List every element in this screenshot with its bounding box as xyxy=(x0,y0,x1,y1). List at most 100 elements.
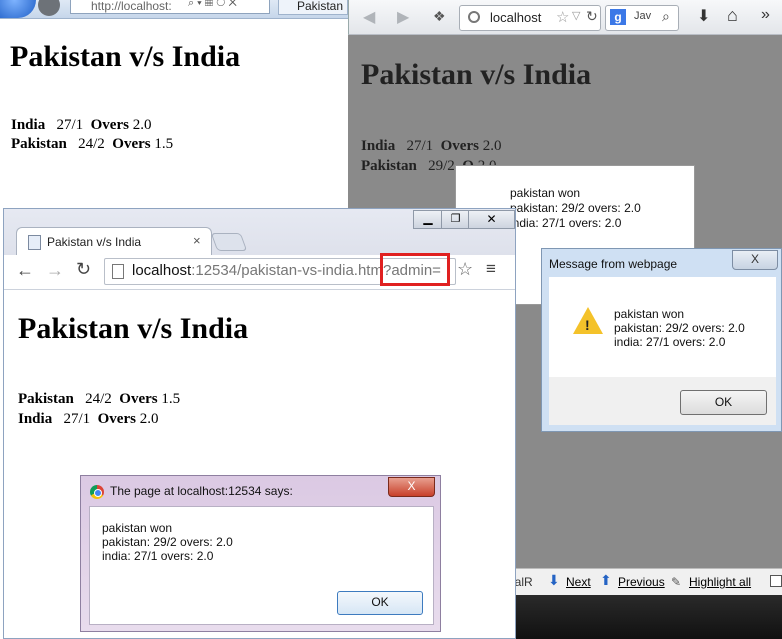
team-name: India xyxy=(361,138,396,154)
alert-line: india: 27/1 overs: 2.0 xyxy=(510,216,622,230)
overs-label: Overs xyxy=(90,117,129,133)
team-score: 24/2 xyxy=(85,391,112,407)
ie-address-bar[interactable]: http://localhost: xyxy=(70,0,270,14)
dialog-message: pakistan won pakistan: 29/2 overs: 2.0 i… xyxy=(102,521,233,563)
back-arrow-icon[interactable]: ◀ xyxy=(363,7,375,27)
home-icon[interactable]: ⌂ xyxy=(727,5,738,26)
highlight-all-button[interactable]: Highlight all xyxy=(689,575,751,589)
firefox-toolbar: ◀ ▶ ❖ localhost ☆ ▽ ↻ g Jav ⌕ ⬇ ⌂ » xyxy=(348,0,782,35)
ok-button[interactable]: OK xyxy=(337,591,423,615)
ie-message-dialog: Message from webpage X ! pakistan won pa… xyxy=(541,248,782,432)
find-previous-button[interactable]: Previous xyxy=(618,575,665,589)
dialog-title: Message from webpage xyxy=(549,257,678,271)
overs-label: Overs xyxy=(119,391,158,407)
globe-icon xyxy=(468,11,480,23)
search-icon[interactable]: ⌕ xyxy=(188,0,197,9)
ok-button[interactable]: OK xyxy=(680,390,767,415)
team-score: 27/1 xyxy=(63,411,91,427)
close-icon[interactable]: ✕ xyxy=(228,0,239,9)
page-title: Pakistan v/s India xyxy=(10,40,241,73)
dropdown-icon[interactable]: ▾ xyxy=(197,0,205,9)
team-name: Pakistan xyxy=(361,158,417,174)
find-bar: ealR ⬇ Next ⬆ Previous ✎ Highlight all xyxy=(508,568,782,595)
arrow-up-icon[interactable]: ⬆ xyxy=(600,572,612,589)
star-icon[interactable]: ☆ xyxy=(457,259,473,280)
tab-close-icon[interactable]: × xyxy=(193,233,201,248)
download-icon[interactable]: ⬇ xyxy=(697,6,710,26)
overs-label: Overs xyxy=(112,136,151,152)
dialog-body: pakistan won pakistan: 29/2 overs: 2.0 i… xyxy=(89,506,434,625)
team-name: India xyxy=(18,411,53,427)
restore-button[interactable]: ❐ xyxy=(441,210,470,229)
overs-label: Overs xyxy=(97,411,136,427)
taskbar-strip xyxy=(508,595,782,639)
url-text[interactable]: localhost xyxy=(490,10,541,25)
chrome-logo-center-icon xyxy=(94,489,102,497)
admin-param-highlight xyxy=(380,253,450,286)
close-button[interactable]: X xyxy=(388,477,435,497)
reload-icon[interactable]: ↻ xyxy=(586,8,598,25)
ie-address-actions[interactable]: ⌕▾▦↻✕ xyxy=(188,0,240,10)
overs-value: 2.0 xyxy=(132,117,152,133)
message-line: pakistan won xyxy=(614,307,685,321)
forward-arrow-icon[interactable]: ▶ xyxy=(397,7,409,27)
message-line: india: 27/1 overs: 2.0 xyxy=(614,335,726,349)
arrow-down-icon[interactable]: ⬇ xyxy=(548,572,560,589)
compat-icon[interactable]: ▦ xyxy=(205,0,216,9)
message-line: pakistan won xyxy=(102,521,173,535)
overs-value: 2.0 xyxy=(482,138,502,154)
refresh-icon[interactable]: ↻ xyxy=(216,0,228,9)
alert-line: pakistan won xyxy=(510,186,581,200)
dialog-title: The page at localhost:12534 says: xyxy=(110,484,293,498)
score-row: Pakistan 24/2 Overs 1.5 xyxy=(18,391,180,408)
team-score: 27/1 xyxy=(406,138,434,154)
overs-value: 1.5 xyxy=(161,391,181,407)
close-button[interactable]: ✕ xyxy=(468,210,515,229)
message-line: pakistan: 29/2 overs: 2.0 xyxy=(614,321,745,335)
search-box[interactable]: g Jav ⌕ xyxy=(605,5,679,31)
close-button[interactable]: X xyxy=(732,250,778,270)
score-row: Pakistan 24/2 Overs 1.5 xyxy=(11,136,173,153)
team-score: 27/1 xyxy=(56,117,84,133)
find-next-button[interactable]: Next xyxy=(566,575,591,589)
ie-window: http://localhost: ⌕▾▦↻✕ Pakistan Pakista… xyxy=(0,0,348,220)
score-row: India 27/1 Overs 2.0 xyxy=(11,117,151,134)
bookmarks-icon[interactable]: ❖ xyxy=(433,8,446,25)
overs-value: 1.5 xyxy=(154,136,174,152)
score-row: India 27/1 Overs 2.0 xyxy=(361,138,501,155)
ie-tab[interactable]: Pakistan xyxy=(278,0,348,15)
warning-icon-mark: ! xyxy=(585,317,590,333)
page-icon xyxy=(112,264,124,279)
back-arrow-icon[interactable]: ← xyxy=(16,260,34,281)
overs-value: 2.0 xyxy=(139,411,159,427)
highlighter-icon: ✎ xyxy=(671,575,682,589)
page-title: Pakistan v/s India xyxy=(18,312,249,345)
score-row: India 27/1 Overs 2.0 xyxy=(18,411,158,428)
more-icon[interactable]: » xyxy=(761,6,770,24)
tab-label: Pakistan v/s India xyxy=(47,235,142,249)
message-line: india: 27/1 overs: 2.0 xyxy=(102,549,214,563)
match-case-checkbox[interactable] xyxy=(770,575,782,587)
forward-arrow-icon[interactable]: → xyxy=(46,260,64,281)
team-name: India xyxy=(11,117,46,133)
tab-pakistan-vs-india[interactable]: Pakistan v/s India × xyxy=(16,227,212,256)
overs-label: Overs xyxy=(440,138,479,154)
star-icon[interactable]: ☆ xyxy=(556,8,569,26)
minimize-button[interactable]: ▁ xyxy=(413,210,443,229)
team-score: 29/2 xyxy=(428,158,455,174)
team-score: 24/2 xyxy=(78,136,105,152)
menu-icon[interactable]: ≡ xyxy=(486,259,496,279)
dropdown-icon[interactable]: ▽ xyxy=(572,9,580,22)
page-title: Pakistan v/s India xyxy=(361,58,592,91)
search-icon[interactable]: ⌕ xyxy=(662,8,670,25)
search-input[interactable]: Jav xyxy=(634,10,651,22)
page-icon xyxy=(28,235,41,250)
dialog-message: pakistan won pakistan: 29/2 overs: 2.0 i… xyxy=(614,307,745,349)
dialog-footer: OK xyxy=(549,377,776,425)
url-host: localhost xyxy=(132,262,192,279)
reload-icon[interactable]: ↻ xyxy=(76,259,91,280)
url-bar[interactable]: localhost ☆ ▽ ↻ xyxy=(459,5,601,31)
google-icon[interactable]: g xyxy=(610,9,626,25)
new-tab-button[interactable] xyxy=(210,233,248,251)
dialog-body: ! pakistan won pakistan: 29/2 overs: 2.0… xyxy=(549,277,776,377)
